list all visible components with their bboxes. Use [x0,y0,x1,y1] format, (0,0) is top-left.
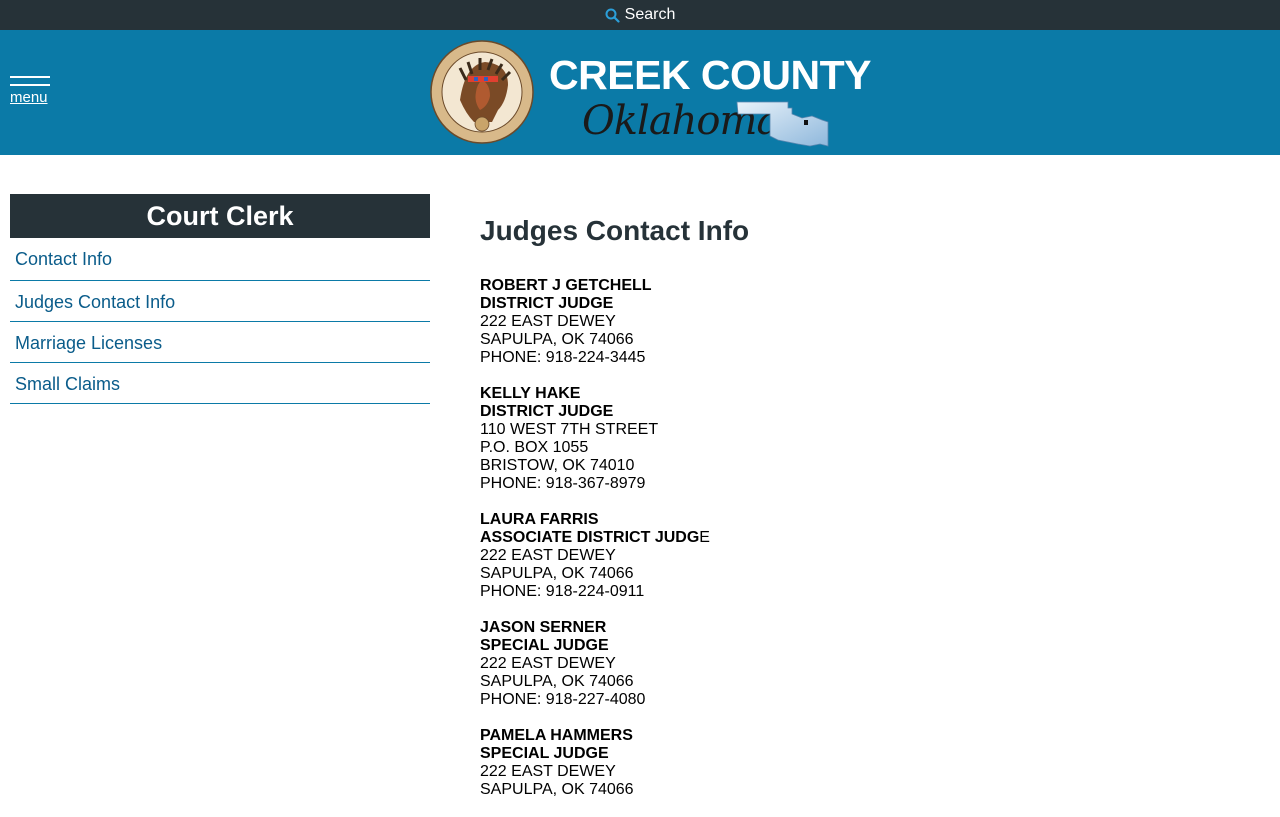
site-header: menu CREEK COUNTY Oklahoma [0,30,1280,155]
oklahoma-state-icon [736,101,829,147]
judge-name: KELLY HAKE [480,385,581,402]
judge-role: DISTRICT JUDGE [480,295,1240,313]
hamburger-icon [10,76,50,78]
judge-phone: PHONE: 918-367-8979 [480,475,646,492]
judge-address-line: 222 EAST DEWEY [480,763,616,780]
judge-role: SPECIAL JUDGE [480,637,1240,655]
sidebar-item-marriage-licenses[interactable]: Marriage Licenses [10,322,430,363]
search-icon [605,8,620,23]
judge-address-line: 222 EAST DEWEY [480,313,616,330]
judge-name: JASON SERNER [480,619,607,636]
county-seal-icon [430,40,534,144]
judge-name: LAURA FARRIS [480,511,599,528]
menu-button[interactable]: menu [10,76,50,105]
judge-phone: PHONE: 918-227-4080 [480,691,646,708]
judge-role: ASSOCIATE DISTRICT JUDGE [480,529,1240,547]
sidebar-item-small-claims[interactable]: Small Claims [10,363,430,404]
menu-label: menu [10,89,48,106]
judges-list: ROBERT J GETCHELL DISTRICT JUDGE 222 EAS… [480,277,1240,799]
sidebar-title: Court Clerk [10,194,430,238]
judge-role-text: DISTRICT JUDGE [480,295,614,312]
judge-role-text: DISTRICT JUDGE [480,403,614,420]
judge-role-text: SPECIAL JUDGE [480,745,609,762]
search-label: Search [624,6,676,23]
judge-address-line: SAPULPA, OK 74066 [480,331,634,348]
site-logo[interactable]: CREEK COUNTY Oklahoma [430,40,872,150]
judge-name: PAMELA HAMMERS [480,727,633,744]
logo-title: CREEK COUNTY [549,52,872,98]
judge-address-line: 222 EAST DEWEY [480,547,616,564]
judge-entry: KELLY HAKE DISTRICT JUDGE 110 WEST 7TH S… [480,385,1240,493]
main-content: Judges Contact Info ROBERT J GETCHELL DI… [480,213,1240,817]
judge-name: ROBERT J GETCHELL [480,277,652,294]
judge-address-line: 110 WEST 7TH STREET [480,421,659,438]
sidebar-item-judges-contact-info[interactable]: Judges Contact Info [10,281,430,322]
top-bar: Search [0,0,1280,30]
judge-role-text: ASSOCIATE DISTRICT JUDG [480,529,700,546]
judge-role: SPECIAL JUDGE [480,745,1240,763]
judge-entry: JASON SERNER SPECIAL JUDGE 222 EAST DEWE… [480,619,1240,709]
search-link[interactable]: Search [605,6,676,24]
judge-address-line: SAPULPA, OK 74066 [480,565,634,582]
judge-phone: PHONE: 918-224-0911 [480,583,645,600]
judge-role: DISTRICT JUDGE [480,403,1240,421]
judge-phone: PHONE: 918-224-3445 [480,349,646,366]
judge-entry: ROBERT J GETCHELL DISTRICT JUDGE 222 EAS… [480,277,1240,367]
judge-address-line: P.O. BOX 1055 [480,439,589,456]
sidebar: Court Clerk Contact Info Judges Contact … [10,194,430,404]
judge-address-line: 222 EAST DEWEY [480,655,616,672]
sidebar-item-contact-info[interactable]: Contact Info [10,238,430,281]
judge-entry: PAMELA HAMMERS SPECIAL JUDGE 222 EAST DE… [480,727,1240,799]
judge-role-text: SPECIAL JUDGE [480,637,609,654]
judge-role-tail: E [699,529,710,546]
hamburger-icon-bar [10,84,50,86]
page-title: Judges Contact Info [480,215,750,246]
judge-address-line: SAPULPA, OK 74066 [480,673,634,690]
judge-entry: LAURA FARRIS ASSOCIATE DISTRICT JUDGE 22… [480,511,1240,601]
judge-address-line: SAPULPA, OK 74066 [480,781,634,798]
judge-address-line: BRISTOW, OK 74010 [480,457,635,474]
